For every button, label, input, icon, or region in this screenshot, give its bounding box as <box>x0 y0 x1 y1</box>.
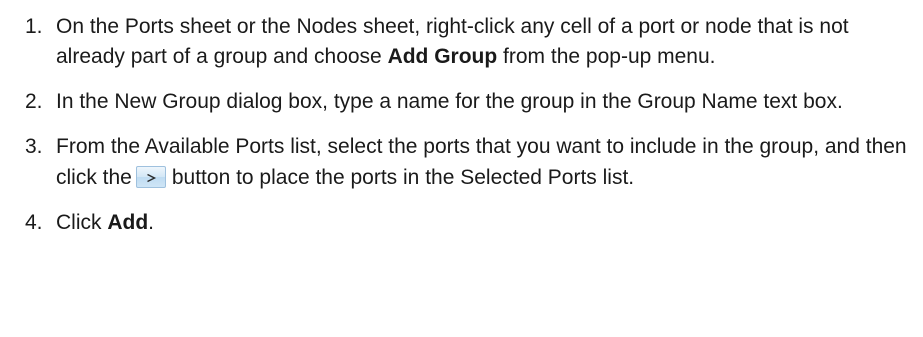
button-name-add: Add <box>107 211 149 234</box>
chevron-right-icon <box>147 173 156 183</box>
step-text: From the Available Ports list, select th… <box>56 135 907 189</box>
step-number: 3. <box>25 135 43 158</box>
step-1: 1. On the Ports sheet or the Nodes sheet… <box>25 12 907 72</box>
move-right-button-image <box>135 166 166 188</box>
step-3: 3. From the Available Ports list, select… <box>25 132 907 193</box>
step-text: On the Ports sheet or the Nodes sheet, r… <box>56 15 849 68</box>
menu-command-add-group: Add Group <box>387 45 498 68</box>
step-text: Click Add. <box>56 211 155 234</box>
step-number: 4. <box>25 211 43 234</box>
step-text: In the New Group dialog box, type a name… <box>56 90 843 113</box>
step-number: 2. <box>25 90 43 113</box>
step-number: 1. <box>25 15 43 38</box>
step-4: 4. Click Add. <box>25 208 907 238</box>
step-2: 2. In the New Group dialog box, type a n… <box>25 87 907 117</box>
procedure-steps: 1. On the Ports sheet or the Nodes sheet… <box>0 0 923 337</box>
